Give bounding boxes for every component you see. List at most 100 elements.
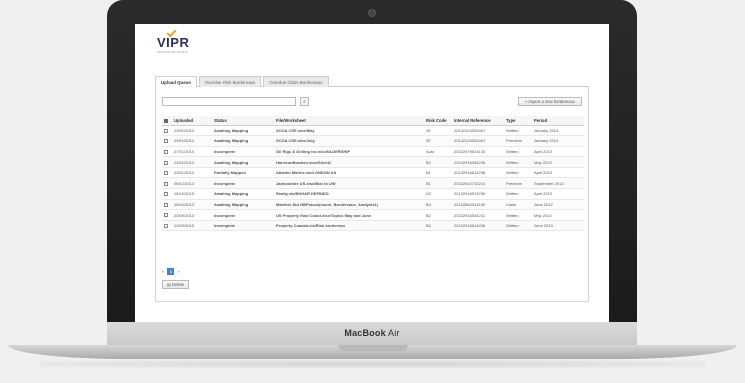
cell-type: Premium: [504, 177, 532, 190]
row-select-cell[interactable]: [162, 167, 172, 179]
table-row[interactable]: 29/01/2014 Awaiting Mapping SCOA CSE.xlsx/…: [162, 135, 584, 147]
cell-type: Written: [504, 156, 532, 168]
row-select-cell[interactable]: [162, 177, 172, 190]
search-input[interactable]: [162, 97, 296, 106]
row-select-cell[interactable]: [162, 188, 172, 200]
cell-uploaded: 20/09/2013: [172, 209, 212, 221]
pagination: « 1 »: [162, 268, 182, 275]
table-header-row: Uploaded Status File/Worksheet Risk Code…: [162, 116, 584, 126]
row-select-cell[interactable]: [162, 125, 172, 137]
row-select-cell[interactable]: [162, 135, 172, 147]
cell-period: June 2012: [532, 199, 584, 211]
col-period[interactable]: Period: [532, 116, 584, 126]
tab-overdue-risk-bordereaux[interactable]: Overdue Risk Bordereaux: [198, 76, 262, 87]
cell-status: Partially Mapped: [212, 167, 274, 179]
cell-file[interactable]: Property Coastal.xls/Risk bordereau: [274, 220, 424, 232]
cell-internal-reference: 20132916614235: [452, 220, 504, 232]
table-row[interactable]: 18/10/2013 Awaiting Mapping Maintrix Std G…: [162, 199, 584, 211]
table-body: 29/01/2014 Awaiting Mapping SCOA CSE.xlsx/…: [162, 125, 584, 232]
cell-file[interactable]: SCOA CSE.xlsx/May: [274, 125, 424, 137]
cell-file[interactable]: US Property East Coast.xlsx/Topics May a…: [274, 209, 424, 221]
table-row[interactable]: 27/01/2014 Incomplete Oil Rigs & Drilling …: [162, 146, 584, 158]
tab-upload-queue[interactable]: Upload Queue: [155, 76, 197, 87]
table-row[interactable]: 12/09/2013 Incomplete Property Coastal.xls…: [162, 220, 584, 232]
logo-text: VIPR: [157, 35, 190, 50]
row-checkbox[interactable]: [164, 128, 168, 133]
col-risk-code[interactable]: Risk Code: [424, 116, 452, 126]
search-button[interactable]: ⌕: [300, 97, 309, 106]
cell-type: Written: [504, 125, 532, 137]
laptop-notch: [337, 345, 408, 351]
upload-queue-panel: ⌕ + Import a new bordereaux Uploaded Sta…: [155, 87, 589, 302]
cell-file[interactable]: Maintrix Std GBPstock(count_Bordereaux_A…: [274, 199, 424, 211]
delete-label: Delete: [172, 282, 185, 287]
cell-period: April 2013: [532, 188, 584, 200]
table-row[interactable]: 24/01/2014 Awaiting Mapping HarrisonBowden…: [162, 156, 584, 168]
cell-type: Written: [504, 167, 532, 179]
table-row[interactable]: 23/01/2014 Partially Mapped Atlantic Marin…: [162, 167, 584, 179]
row-checkbox[interactable]: [164, 139, 168, 144]
row-checkbox[interactable]: [164, 171, 168, 176]
cell-risk-code: B4: [424, 199, 452, 211]
cell-internal-reference: 20132916614238: [452, 167, 504, 179]
cell-uploaded: 18/10/2013: [172, 199, 212, 211]
row-select-cell[interactable]: [162, 146, 172, 158]
cell-risk-code: 2E: [424, 125, 452, 137]
brand-bold: MacBook: [344, 328, 386, 338]
row-select-cell[interactable]: [162, 220, 172, 232]
search-row: ⌕: [162, 97, 309, 106]
row-checkbox[interactable]: [164, 181, 168, 186]
row-checkbox[interactable]: [164, 192, 168, 197]
table-row[interactable]: 18/10/2013 Awaiting Mapping Realty.xls/BDH…: [162, 188, 584, 200]
row-select-cell[interactable]: [162, 199, 172, 211]
col-status[interactable]: Status: [212, 116, 274, 126]
cell-file[interactable]: Atlantic Marine.xls/LONDON Alt: [274, 167, 424, 179]
cell-period: September 2013: [532, 177, 584, 190]
laptop-base: [8, 345, 737, 359]
col-internal-reference[interactable]: Internal Reference: [452, 116, 504, 126]
delete-button[interactable]: ▤ Delete: [162, 280, 190, 289]
select-all-checkbox[interactable]: [164, 118, 168, 123]
row-checkbox[interactable]: [164, 160, 168, 165]
table-row[interactable]: 20/09/2013 Incomplete US Property East Coa…: [162, 209, 584, 221]
cell-file[interactable]: SCOA CSE.xlsx/July: [274, 135, 424, 147]
cell-internal-reference: 20132916974239: [452, 188, 504, 200]
pager-current-page[interactable]: 1: [167, 268, 175, 275]
search-icon: ⌕: [303, 99, 306, 105]
import-bordereaux-button[interactable]: + Import a new bordereaux: [517, 97, 582, 106]
select-all-header[interactable]: [162, 116, 172, 126]
pager-prev[interactable]: «: [162, 269, 164, 274]
cell-file[interactable]: Realty.xls/BDHAR DEFINED: [274, 188, 424, 200]
cell-uploaded: 29/01/2014: [172, 135, 212, 147]
cell-uploaded: 29/01/2014: [172, 125, 212, 137]
table-row[interactable]: 06/12/2013 Incomplete Jarksnohire US.xlsx/…: [162, 177, 584, 190]
cell-file[interactable]: Jarksnohire US.xlsx/Bdx to UW: [274, 177, 424, 190]
vipr-logo: VIPR MANAGING RISKS: [157, 27, 190, 54]
cell-status: Awaiting Mapping: [212, 125, 274, 137]
cell-internal-reference: 20132912742214: [452, 177, 504, 190]
cell-internal-reference: 20122862314150: [452, 199, 504, 211]
row-select-cell[interactable]: [162, 156, 172, 168]
cell-status: Incomplete: [212, 177, 274, 190]
cell-type: Premium: [504, 135, 532, 147]
cell-status: Incomplete: [212, 209, 274, 221]
pager-next[interactable]: »: [177, 269, 179, 274]
col-type[interactable]: Type: [504, 116, 532, 126]
cell-status: Awaiting Mapping: [212, 199, 274, 211]
cell-file[interactable]: Oil Rigs & Drilling Inc.xlsx/NLDERSHIP: [274, 146, 424, 158]
device-brand: MacBook Air: [344, 328, 399, 338]
table-row[interactable]: 29/01/2014 Awaiting Mapping SCOA CSE.xlsx/…: [162, 125, 584, 137]
tab-overdue-claim-bordereaux[interactable]: Overdue Claim Bordereaux: [263, 76, 329, 87]
col-uploaded[interactable]: Uploaded: [172, 116, 212, 126]
row-checkbox[interactable]: [164, 149, 168, 154]
row-checkbox[interactable]: [164, 202, 168, 207]
brand-light: Air: [388, 328, 400, 338]
row-select-cell[interactable]: [162, 209, 172, 221]
cell-file[interactable]: HarrisonBowden.xlsx/Sheet1: [274, 156, 424, 168]
row-checkbox[interactable]: [164, 213, 168, 218]
app-window: VIPR MANAGING RISKS Upload Queue Overdue …: [135, 24, 609, 322]
row-checkbox[interactable]: [164, 224, 168, 229]
cell-status: Incomplete: [212, 146, 274, 158]
col-file[interactable]: File/Worksheet: [274, 116, 424, 126]
camera-icon: [369, 10, 375, 16]
